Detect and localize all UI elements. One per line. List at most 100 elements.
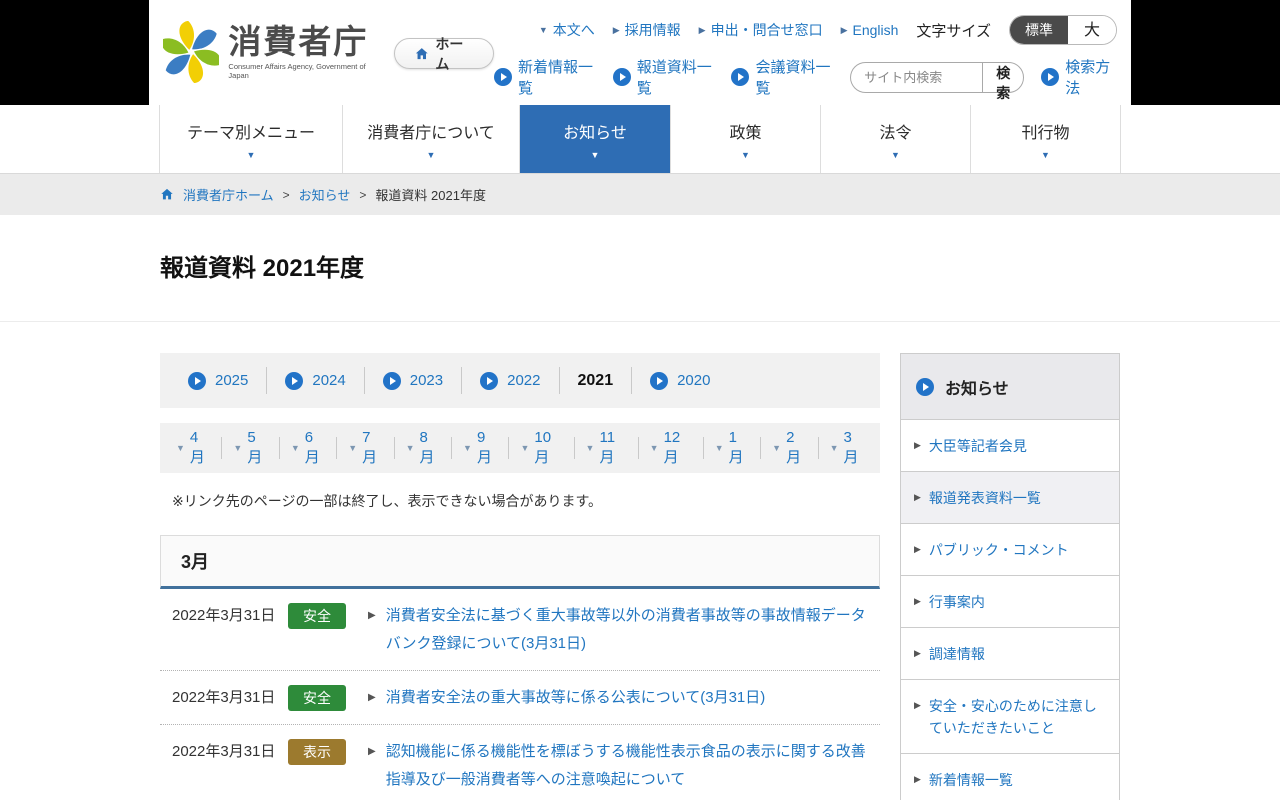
agency-logo[interactable]: 消費者庁 Consumer Affairs Agency, Government… bbox=[163, 16, 374, 88]
search-input[interactable] bbox=[850, 61, 983, 93]
caret-down-icon: ▼ bbox=[520, 443, 530, 453]
year-tab-2020[interactable]: 2020 bbox=[632, 367, 728, 394]
caret-down-icon: ▼ bbox=[176, 443, 185, 453]
sidebar-heading: お知らせ bbox=[901, 354, 1119, 419]
month-link-5月[interactable]: ▼ 5月 bbox=[222, 429, 280, 466]
sidebar-item-label: 行事案内 bbox=[928, 594, 985, 610]
arrow-right-icon: ▶ bbox=[914, 492, 921, 502]
play-circle-icon bbox=[382, 371, 401, 390]
sidebar-item-大臣等記者会見[interactable]: ▶ 大臣等記者会見 bbox=[901, 419, 1119, 471]
month-link-11月[interactable]: ▼ 11月 bbox=[575, 429, 639, 466]
month-link-12月[interactable]: ▼ 12月 bbox=[639, 429, 704, 466]
utility-link-English[interactable]: ▶ English bbox=[841, 20, 899, 40]
utility-link-採用情報[interactable]: ▶ 採用情報 bbox=[613, 20, 681, 40]
utility-link-申出・問合せ窓口[interactable]: ▶ 申出・問合せ窓口 bbox=[699, 20, 823, 40]
month-link-label: 2月 bbox=[786, 429, 802, 466]
year-tab-2021[interactable]: 2021 bbox=[560, 367, 633, 394]
font-size-standard-button[interactable]: 標準 bbox=[1009, 16, 1068, 44]
utility-links: ▼ 本文へ ▶ 採用情報 ▶ 申出・問合せ窓口 ▶ English bbox=[539, 20, 899, 40]
utility-link-本文へ[interactable]: ▼ 本文へ bbox=[539, 20, 595, 40]
breadcrumb-news-link[interactable]: お知らせ bbox=[299, 185, 351, 204]
caret-down-icon: ▼ bbox=[714, 443, 724, 453]
news-row: 2022年3月31日 安全 ▶ 消費者安全法に基づく重大事故等以外の消費者事故等の事故… bbox=[160, 589, 880, 671]
news-link[interactable]: 消費者安全法に基づく重大事故等以外の消費者事故等の事故情報データバンク登録につい… bbox=[386, 602, 880, 658]
home-icon bbox=[161, 188, 173, 200]
utility-link-label: English bbox=[852, 22, 899, 38]
year-tab-2022[interactable]: 2022 bbox=[462, 367, 560, 394]
content-area: 2025 2024 2023 2022 2021 2020 ▼ 4月 ▼ 5月 ▼ 6月 ▼ 7月 ▼ 8月… bbox=[160, 353, 1120, 800]
year-tab-2023[interactable]: 2023 bbox=[365, 367, 463, 394]
logo-text: 消費者庁 Consumer Affairs Agency, Government… bbox=[228, 24, 373, 81]
month-link-8月[interactable]: ▼ 8月 bbox=[395, 429, 453, 466]
site-header: 消費者庁 Consumer Affairs Agency, Government… bbox=[0, 0, 1280, 105]
utility-link-label: 申出・問合せ窓口 bbox=[710, 22, 823, 38]
quick-links: 新着情報一覧 報道資料一覧 会議資料一覧 bbox=[493, 56, 833, 98]
nav-item-法令[interactable]: 法令 ▼ bbox=[820, 105, 970, 173]
news-link[interactable]: 認知機能に係る機能性を標ぼうする機能性表示食品の表示に関する改善指導及び一般消費… bbox=[386, 738, 880, 794]
month-link-label: 12月 bbox=[663, 429, 681, 466]
year-tab-2025[interactable]: 2025 bbox=[170, 367, 268, 394]
year-tabs: 2025 2024 2023 2022 2021 2020 bbox=[160, 353, 880, 408]
play-circle-icon bbox=[916, 377, 934, 396]
news-list: 2022年3月31日 安全 ▶ 消費者安全法に基づく重大事故等以外の消費者事故等の事故… bbox=[160, 589, 880, 800]
breadcrumb-current: 報道資料 2021年度 bbox=[375, 188, 486, 203]
play-circle-icon bbox=[493, 68, 512, 86]
sidebar-heading-label: お知らせ bbox=[945, 380, 1009, 398]
nav-item-label: 法令 bbox=[879, 124, 912, 142]
year-tab-current: 2021 bbox=[577, 371, 614, 389]
news-date: 2022年3月31日 bbox=[172, 689, 276, 706]
quick-link-報道資料一覧[interactable]: 報道資料一覧 bbox=[612, 56, 715, 98]
month-link-9月[interactable]: ▼ 9月 bbox=[452, 429, 510, 466]
arrow-right-icon: ▶ bbox=[368, 692, 376, 703]
month-link-1月[interactable]: ▼ 1月 bbox=[704, 429, 762, 466]
arrow-right-icon: ▶ bbox=[368, 610, 376, 621]
sidebar-item-調達情報[interactable]: ▶ 調達情報 bbox=[901, 627, 1119, 679]
play-circle-icon bbox=[188, 371, 206, 390]
quick-link-会議資料一覧[interactable]: 会議資料一覧 bbox=[731, 56, 833, 98]
arrow-right-icon: ▶ bbox=[914, 440, 921, 450]
nav-item-政策[interactable]: 政策 ▼ bbox=[670, 105, 820, 173]
font-size-large-button[interactable]: 大 bbox=[1067, 16, 1116, 44]
nav-item-お知らせ[interactable]: お知らせ ▼ bbox=[519, 105, 670, 173]
arrow-right-icon: ▶ bbox=[914, 774, 921, 784]
month-link-3月[interactable]: ▼ 3月 bbox=[819, 429, 875, 466]
caret-down-icon: ▼ bbox=[741, 149, 750, 160]
month-link-10月[interactable]: ▼ 10月 bbox=[509, 429, 575, 466]
nav-item-label: 刊行物 bbox=[1021, 124, 1070, 142]
sidebar-item-新着情報一覧[interactable]: ▶ 新着情報一覧 bbox=[901, 753, 1119, 800]
sidebar-item-パブリック・コメント[interactable]: ▶ パブリック・コメント bbox=[901, 523, 1119, 575]
news-link[interactable]: 消費者安全法の重大事故等に係る公表について(3月31日) bbox=[386, 684, 880, 712]
home-button[interactable]: ホーム bbox=[393, 36, 494, 72]
month-link-4月[interactable]: ▼ 4月 bbox=[165, 429, 223, 466]
sidebar-item-label: 新着情報一覧 bbox=[928, 772, 1013, 788]
nav-item-消費者庁について[interactable]: 消費者庁について ▼ bbox=[342, 105, 519, 173]
caret-down-icon: ▼ bbox=[585, 443, 595, 453]
caret-down-icon: ▼ bbox=[829, 443, 839, 453]
sidebar-item-安全・安心のために注意していただきたいこと[interactable]: ▶ 安全・安心のために注意していただきたいこと bbox=[901, 679, 1119, 753]
caret-down-icon: ▼ bbox=[290, 443, 300, 453]
year-tab-label: 2020 bbox=[677, 372, 711, 389]
search-button[interactable]: 検索 bbox=[982, 61, 1025, 101]
month-link-6月[interactable]: ▼ 6月 bbox=[280, 429, 338, 466]
year-tab-label: 2023 bbox=[409, 372, 444, 389]
month-link-2月[interactable]: ▼ 2月 bbox=[761, 429, 819, 466]
search-help-link[interactable]: 検索方法 bbox=[1041, 56, 1117, 98]
month-link-label: 11月 bbox=[599, 429, 616, 466]
nav-item-刊行物[interactable]: 刊行物 ▼ bbox=[970, 105, 1121, 173]
logo-subtitle: Consumer Affairs Agency, Government of J… bbox=[228, 62, 366, 80]
sidebar-item-行事案内[interactable]: ▶ 行事案内 bbox=[901, 575, 1119, 627]
sidebar-item-報道発表資料一覧[interactable]: ▶ 報道発表資料一覧 bbox=[901, 471, 1119, 523]
nav-item-label: 消費者庁について bbox=[367, 124, 495, 142]
caret-down-icon: ▼ bbox=[233, 443, 243, 453]
caret-down-icon: ▼ bbox=[590, 149, 600, 160]
quick-link-label: 新着情報一覧 bbox=[517, 59, 593, 97]
play-circle-icon bbox=[480, 371, 499, 390]
year-tab-2024[interactable]: 2024 bbox=[267, 367, 365, 394]
month-link-7月[interactable]: ▼ 7月 bbox=[337, 429, 395, 466]
breadcrumb-home-link[interactable]: 消費者庁ホーム bbox=[183, 185, 274, 204]
nav-item-テーマ別メニュー[interactable]: テーマ別メニュー ▼ bbox=[159, 105, 342, 173]
page-title: 報道資料 2021年度 bbox=[160, 255, 365, 282]
utility-link-label: 採用情報 bbox=[624, 22, 681, 38]
quick-link-新着情報一覧[interactable]: 新着情報一覧 bbox=[493, 56, 596, 98]
site-search: 検索 bbox=[850, 61, 1025, 101]
